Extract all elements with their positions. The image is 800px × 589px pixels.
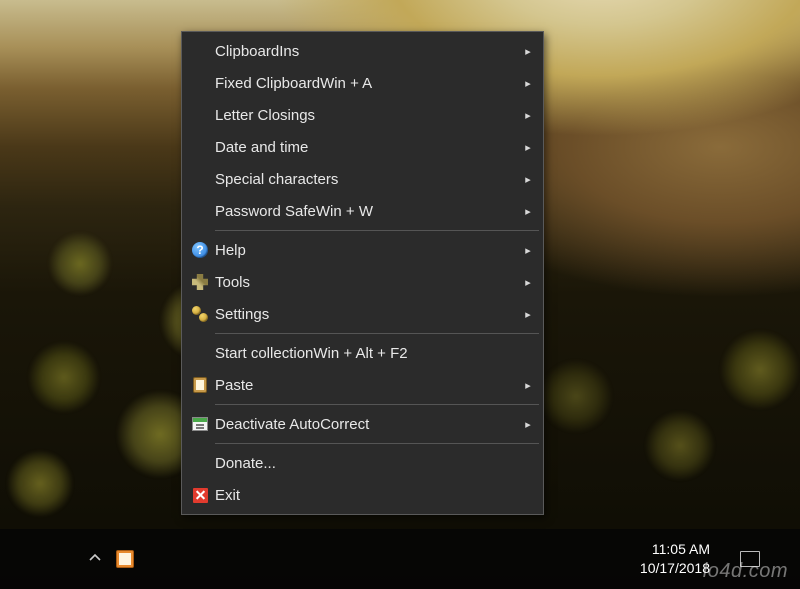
menu-item-label: Start collection: [215, 345, 313, 362]
menu-item-label: Tools: [215, 274, 250, 291]
help-icon: ?: [185, 242, 215, 258]
watermark: lo4d.com: [703, 560, 788, 583]
menu-separator: [215, 443, 539, 444]
menu-item-label: Clipboard: [215, 43, 279, 60]
tray-context-menu: ClipboardIns▸Fixed ClipboardWin + A▸Lett…: [181, 31, 544, 515]
taskbar: 11:05 AM 10/17/2018: [0, 529, 800, 589]
menu-item-letter-closings[interactable]: Letter Closings ▸: [185, 99, 540, 131]
submenu-arrow-icon: ▸: [520, 205, 536, 218]
menu-item-exit[interactable]: Exit: [185, 479, 540, 511]
menu-item-date-and-time[interactable]: Date and time ▸: [185, 131, 540, 163]
menu-item-paste[interactable]: Paste ▸: [185, 369, 540, 401]
exit-icon: [185, 488, 215, 503]
menu-item-label: Deactivate AutoCorrect: [215, 416, 369, 433]
tray-overflow-chevron-icon[interactable]: [88, 551, 102, 568]
menu-item-label: Date and time: [215, 139, 308, 156]
submenu-arrow-icon: ▸: [520, 379, 536, 392]
menu-item-shortcut: Win + Alt + F2: [313, 345, 407, 362]
menu-item-label: Special characters: [215, 171, 338, 188]
submenu-arrow-icon: ▸: [520, 77, 536, 90]
menu-item-shortcut: Ins: [279, 43, 299, 60]
menu-separator: [215, 230, 539, 231]
menu-item-start-collection[interactable]: Start collectionWin + Alt + F2: [185, 337, 540, 369]
submenu-arrow-icon: ▸: [520, 109, 536, 122]
clock-time: 11:05 AM: [640, 540, 710, 559]
menu-item-deactivate-autocorrect[interactable]: Deactivate AutoCorrect ▸: [185, 408, 540, 440]
menu-item-password-safe[interactable]: Password SafeWin + W ▸: [185, 195, 540, 227]
settings-icon: [185, 306, 215, 322]
menu-separator: [215, 404, 539, 405]
menu-item-tools[interactable]: Tools ▸: [185, 266, 540, 298]
menu-item-label: Exit: [215, 487, 240, 504]
menu-item-label: Help: [215, 242, 246, 259]
menu-item-settings[interactable]: Settings ▸: [185, 298, 540, 330]
submenu-arrow-icon: ▸: [520, 173, 536, 186]
submenu-arrow-icon: ▸: [520, 244, 536, 257]
menu-item-fixed-clipboard[interactable]: Fixed ClipboardWin + A ▸: [185, 67, 540, 99]
clock-date: 10/17/2018: [640, 559, 710, 578]
menu-item-label: Settings: [215, 306, 269, 323]
menu-item-label: Paste: [215, 377, 253, 394]
menu-item-label: Fixed Clipboard: [215, 75, 320, 92]
menu-item-donate[interactable]: Donate...: [185, 447, 540, 479]
menu-item-label: Password Safe: [215, 203, 316, 220]
menu-item-help[interactable]: ?Help ▸: [185, 234, 540, 266]
submenu-arrow-icon: ▸: [520, 141, 536, 154]
menu-item-clipboard[interactable]: ClipboardIns ▸: [185, 35, 540, 67]
taskbar-clock[interactable]: 11:05 AM 10/17/2018: [640, 540, 710, 578]
menu-item-label: Donate...: [215, 455, 276, 472]
submenu-arrow-icon: ▸: [520, 276, 536, 289]
system-tray: [88, 550, 134, 568]
submenu-arrow-icon: ▸: [520, 45, 536, 58]
tray-app-icon[interactable]: [116, 550, 134, 568]
menu-item-label: Letter Closings: [215, 107, 315, 124]
menu-item-special-characters[interactable]: Special characters ▸: [185, 163, 540, 195]
menu-item-shortcut: Win + A: [320, 75, 372, 92]
autocorrect-icon: [185, 417, 215, 431]
menu-separator: [215, 333, 539, 334]
tools-icon: [185, 274, 215, 290]
submenu-arrow-icon: ▸: [520, 418, 536, 431]
menu-item-shortcut: Win + W: [316, 203, 373, 220]
paste-icon: [185, 377, 215, 393]
submenu-arrow-icon: ▸: [520, 308, 536, 321]
